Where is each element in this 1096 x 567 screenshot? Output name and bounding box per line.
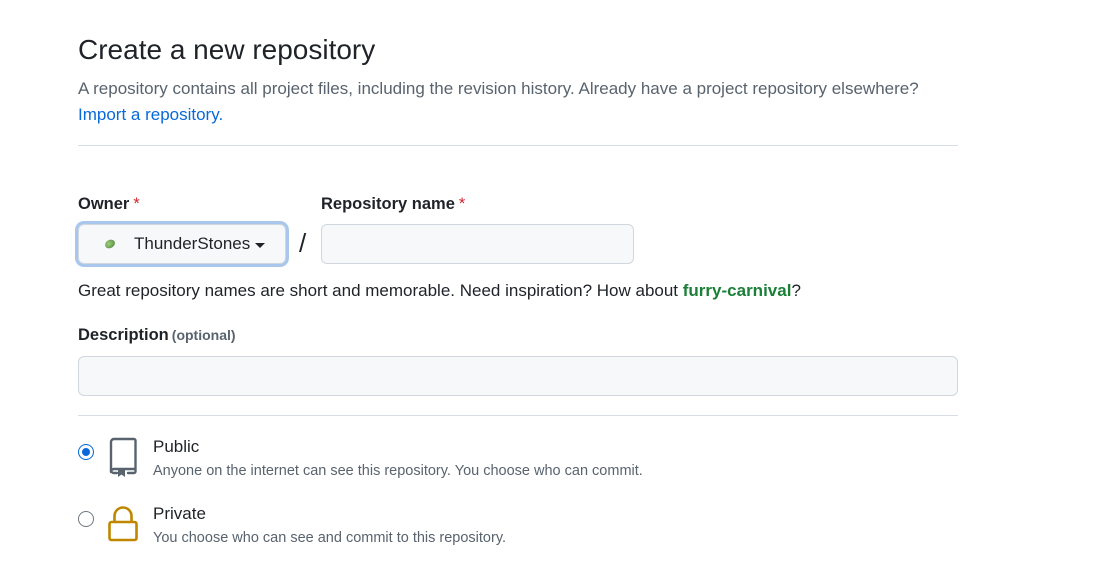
required-mark: * [458, 195, 466, 213]
owner-label-text: Owner [78, 195, 130, 213]
repo-book-icon [109, 437, 137, 477]
required-mark: * [133, 195, 140, 213]
visibility-option-private[interactable]: Private You choose who can see and commi… [78, 504, 958, 554]
optional-tag: (optional) [171, 327, 236, 343]
description-input[interactable] [78, 356, 958, 396]
hint-text: Great repository names are short and mem… [78, 281, 683, 300]
repository-name-hint: Great repository names are short and mem… [78, 281, 801, 301]
private-option-description: You choose who can see and commit to thi… [153, 530, 507, 546]
repository-name-label-text: Repository name [321, 195, 455, 213]
private-option-title: Private [153, 504, 206, 523]
description-label-text: Description [78, 326, 169, 344]
description-divider [78, 415, 958, 416]
owner-selected-value: ThunderStones [134, 234, 251, 253]
subtitle-text: A repository contains all project files,… [78, 79, 919, 98]
owner-avatar-icon [103, 237, 117, 251]
caret-down-icon [255, 242, 266, 248]
repository-name-label: Repository name * [321, 195, 465, 214]
owner-label: Owner * [78, 195, 140, 214]
page-title: Create a new repository [78, 34, 376, 65]
public-option-description: Anyone on the internet can see this repo… [153, 463, 643, 479]
description-label: Description (optional) [78, 326, 236, 345]
public-radio[interactable] [78, 444, 94, 460]
owner-repo-separator: / [299, 228, 307, 258]
header-divider [78, 145, 958, 146]
public-option-title: Public [153, 437, 200, 456]
repository-name-input[interactable] [321, 224, 634, 264]
hint-suffix: ? [791, 281, 801, 300]
visibility-option-public[interactable]: Public Anyone on the internet can see th… [78, 437, 958, 487]
private-radio[interactable] [78, 511, 94, 527]
lock-icon [108, 506, 138, 542]
owner-dropdown-button[interactable]: ThunderStones [78, 224, 286, 264]
new-repository-page: Create a new repository A repository con… [0, 0, 1096, 567]
page-subtitle: A repository contains all project files,… [78, 76, 958, 128]
import-repository-link[interactable]: Import a repository. [78, 105, 223, 124]
suggested-name-link[interactable]: furry-carnival [683, 281, 792, 300]
